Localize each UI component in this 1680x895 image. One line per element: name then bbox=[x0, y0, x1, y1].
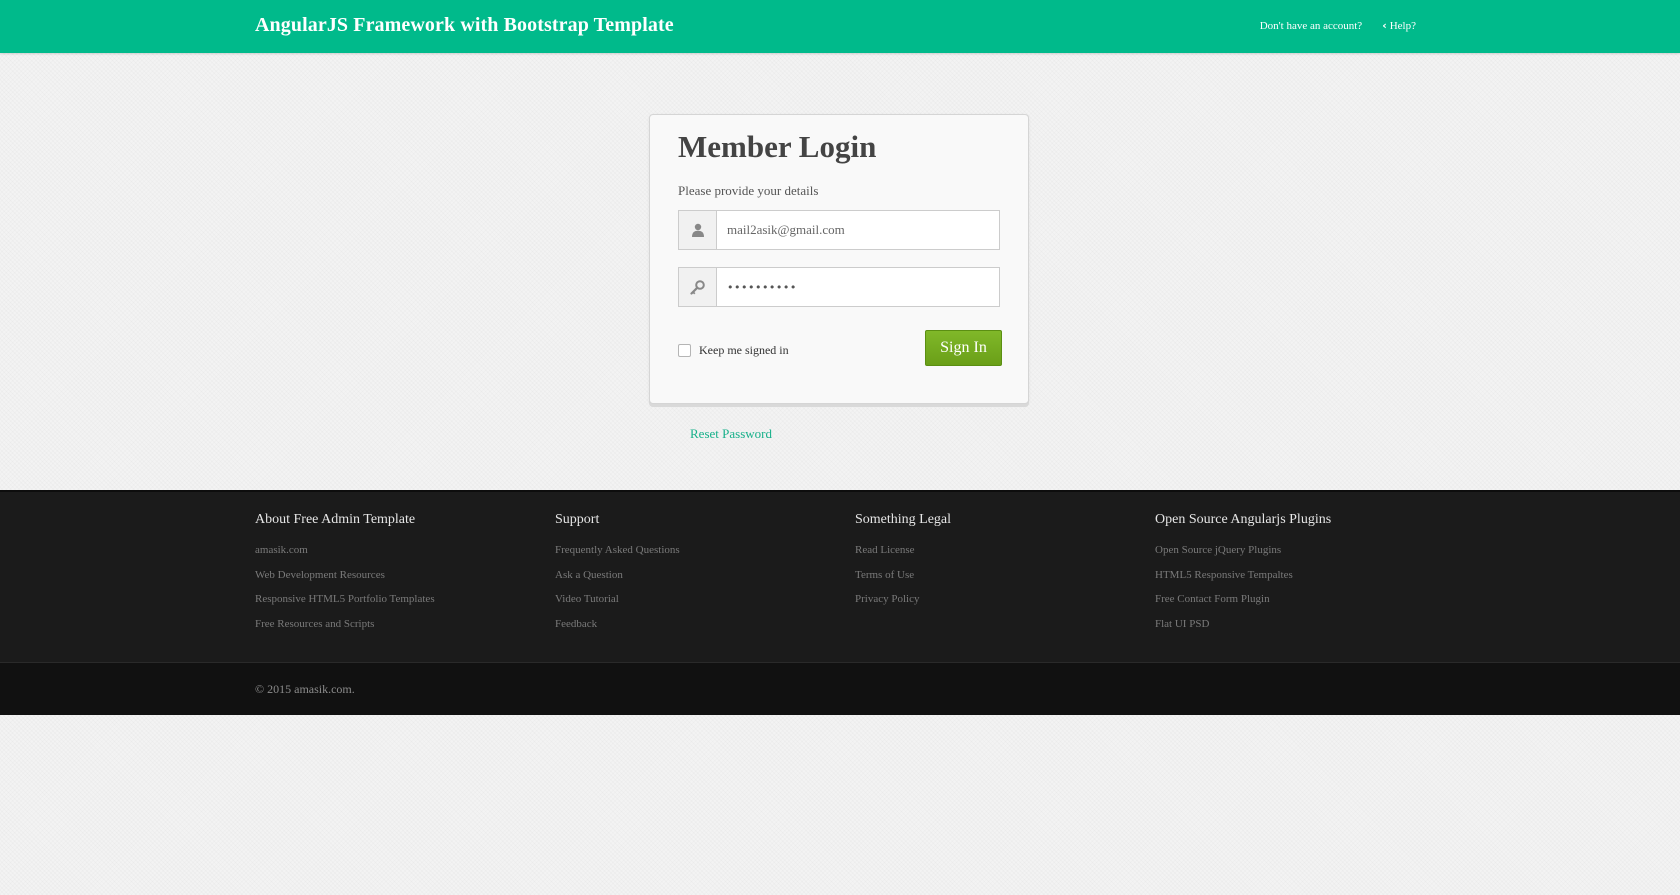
footer-column-legal: Something Legal Read License Terms of Us… bbox=[855, 512, 951, 612]
footer-link[interactable]: Terms of Use bbox=[855, 563, 951, 588]
reset-password-link[interactable]: Reset Password bbox=[690, 426, 772, 442]
navbar-links: Don't have an account? ‹ Help? bbox=[1260, 19, 1416, 32]
footer-link[interactable]: Free Contact Form Plugin bbox=[1155, 587, 1331, 612]
login-title: Member Login bbox=[678, 129, 877, 164]
footer-link[interactable]: Feedback bbox=[555, 612, 680, 637]
footer-link[interactable]: Privacy Policy bbox=[855, 587, 951, 612]
footer-link[interactable]: Read License bbox=[855, 538, 951, 563]
email-field[interactable] bbox=[717, 211, 999, 249]
footer-link[interactable]: amasik.com bbox=[255, 538, 435, 563]
login-box: Member Login Please provide your details… bbox=[649, 114, 1029, 404]
footer-link[interactable]: Web Development Resources bbox=[255, 563, 435, 588]
password-input-group bbox=[678, 267, 1000, 307]
signup-link[interactable]: Don't have an account? bbox=[1260, 20, 1362, 32]
footer: About Free Admin Template amasik.com Web… bbox=[0, 490, 1680, 662]
remember-me[interactable]: Keep me signed in bbox=[678, 343, 789, 358]
brand-link[interactable]: AngularJS Framework with Bootstrap Templ… bbox=[255, 14, 674, 37]
chevron-left-icon: ‹ bbox=[1382, 19, 1387, 32]
sign-in-button[interactable]: Sign In bbox=[925, 330, 1002, 366]
user-icon bbox=[679, 211, 717, 249]
top-navbar: AngularJS Framework with Bootstrap Templ… bbox=[0, 0, 1680, 53]
footer-link[interactable]: Ask a Question bbox=[555, 563, 680, 588]
copyright-text: © 2015 amasik.com. bbox=[255, 682, 355, 696]
footer-heading: Something Legal bbox=[855, 512, 952, 527]
footer-bottom-bar: © 2015 amasik.com. bbox=[0, 662, 1680, 715]
footer-heading: About Free Admin Template bbox=[255, 512, 416, 527]
footer-column-support: Support Frequently Asked Questions Ask a… bbox=[555, 512, 680, 636]
footer-link[interactable]: Responsive HTML5 Portfolio Templates bbox=[255, 587, 435, 612]
password-field[interactable] bbox=[717, 268, 999, 306]
help-link[interactable]: ‹ Help? bbox=[1382, 19, 1416, 32]
footer-heading: Support bbox=[555, 512, 600, 527]
footer-link[interactable]: Open Source jQuery Plugins bbox=[1155, 538, 1331, 563]
footer-link[interactable]: Video Tutorial bbox=[555, 587, 680, 612]
email-input-group bbox=[678, 210, 1000, 250]
footer-heading: Open Source Angularjs Plugins bbox=[1155, 512, 1332, 527]
footer-column-plugins: Open Source Angularjs Plugins Open Sourc… bbox=[1155, 512, 1331, 636]
login-subtitle: Please provide your details bbox=[678, 183, 819, 198]
remember-label: Keep me signed in bbox=[699, 343, 789, 357]
footer-link[interactable]: Flat UI PSD bbox=[1155, 612, 1331, 637]
help-link-label: Help? bbox=[1389, 19, 1416, 32]
footer-link[interactable]: Frequently Asked Questions bbox=[555, 538, 680, 563]
footer-link[interactable]: Free Resources and Scripts bbox=[255, 612, 435, 637]
footer-link[interactable]: HTML5 Responsive Tempaltes bbox=[1155, 563, 1331, 588]
footer-column-about: About Free Admin Template amasik.com Web… bbox=[255, 512, 435, 636]
remember-checkbox[interactable] bbox=[678, 344, 691, 357]
key-icon bbox=[679, 268, 717, 306]
